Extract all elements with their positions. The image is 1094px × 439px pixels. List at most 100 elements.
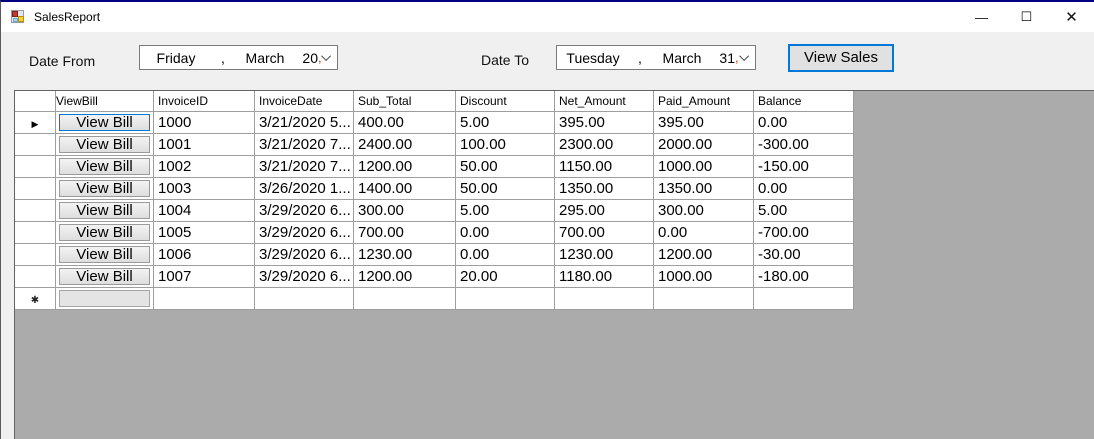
cell-net_amount[interactable]: 1150.00 xyxy=(555,156,654,178)
cell-net_amount[interactable]: 2300.00 xyxy=(555,134,654,156)
view-bill-button[interactable]: View Bill xyxy=(59,158,150,175)
row-header-cell[interactable] xyxy=(15,178,56,200)
cell-paid_amount[interactable]: 1350.00 xyxy=(654,178,754,200)
cell-sub_total[interactable]: 1200.00 xyxy=(354,156,456,178)
column-header-net_amount[interactable]: Net_Amount xyxy=(555,91,654,112)
cell-sub_total[interactable]: 1200.00 xyxy=(354,266,456,288)
view-bill-button[interactable]: View Bill xyxy=(59,246,150,263)
cell-paid_amount[interactable]: 300.00 xyxy=(654,200,754,222)
cell-net_amount[interactable]: 1350.00 xyxy=(555,178,654,200)
empty-cell[interactable] xyxy=(354,288,456,310)
column-header-viewbill[interactable]: ViewBill xyxy=(56,91,154,112)
row-header-cell[interactable] xyxy=(15,134,56,156)
cell-balance[interactable]: -700.00 xyxy=(754,222,854,244)
view-bill-button[interactable]: View Bill xyxy=(59,180,150,197)
cell-invoice_id[interactable]: 1002 xyxy=(154,156,255,178)
cell-balance[interactable]: 0.00 xyxy=(754,112,854,134)
date-from-picker[interactable]: Friday , March 20 , xyxy=(139,45,338,70)
view-bill-button[interactable]: View Bill xyxy=(59,114,150,131)
column-header-sub_total[interactable]: Sub_Total xyxy=(354,91,456,112)
cell-invoice_id[interactable]: 1004 xyxy=(154,200,255,222)
cell-sub_total[interactable]: 1230.00 xyxy=(354,244,456,266)
column-header-invoicedate[interactable]: InvoiceDate xyxy=(255,91,354,112)
cell-net_amount[interactable]: 1230.00 xyxy=(555,244,654,266)
cell-sub_total[interactable]: 700.00 xyxy=(354,222,456,244)
maximize-button[interactable]: ☐ xyxy=(1004,2,1049,32)
cell-paid_amount[interactable]: 1000.00 xyxy=(654,266,754,288)
empty-cell[interactable] xyxy=(754,288,854,310)
cell-discount[interactable]: 50.00 xyxy=(456,156,555,178)
view-bill-button[interactable]: View Bill xyxy=(59,202,150,219)
minimize-button[interactable]: — xyxy=(959,2,1004,32)
view-bill-button[interactable]: View Bill xyxy=(59,136,150,153)
cell-sub_total[interactable]: 300.00 xyxy=(354,200,456,222)
view-sales-button[interactable]: View Sales xyxy=(788,44,894,72)
cell-paid_amount[interactable]: 1000.00 xyxy=(654,156,754,178)
empty-cell[interactable] xyxy=(154,288,255,310)
column-header-balance[interactable]: Balance xyxy=(754,91,854,112)
cell-invoice_id[interactable]: 1001 xyxy=(154,134,255,156)
column-header-paid_amount[interactable]: Paid_Amount xyxy=(654,91,754,112)
cell-invoice_date[interactable]: 3/21/2020 7... xyxy=(255,134,354,156)
cell-invoice_date[interactable]: 3/21/2020 7... xyxy=(255,156,354,178)
column-header-discount[interactable]: Discount xyxy=(456,91,555,112)
salesreport-window: SalesReport — ☐ ✕ Date From Friday , Mar… xyxy=(0,0,1094,439)
cell-net_amount[interactable]: 295.00 xyxy=(555,200,654,222)
cell-invoice_id[interactable]: 1007 xyxy=(154,266,255,288)
cell-paid_amount[interactable]: 1200.00 xyxy=(654,244,754,266)
cell-discount[interactable]: 0.00 xyxy=(456,222,555,244)
cell-discount[interactable]: 5.00 xyxy=(456,112,555,134)
cell-discount[interactable]: 100.00 xyxy=(456,134,555,156)
cell-paid_amount[interactable]: 395.00 xyxy=(654,112,754,134)
cell-net_amount[interactable]: 700.00 xyxy=(555,222,654,244)
cell-net_amount[interactable]: 1180.00 xyxy=(555,266,654,288)
cell-balance[interactable]: 0.00 xyxy=(754,178,854,200)
cell-balance[interactable]: -30.00 xyxy=(754,244,854,266)
cell-balance[interactable]: 5.00 xyxy=(754,200,854,222)
view-bill-button[interactable]: View Bill xyxy=(59,268,150,285)
empty-cell[interactable] xyxy=(255,288,354,310)
cell-invoice_date[interactable]: 3/29/2020 6... xyxy=(255,266,354,288)
cell-invoice_date[interactable]: 3/29/2020 6... xyxy=(255,200,354,222)
cell-discount[interactable]: 0.00 xyxy=(456,244,555,266)
cell-invoice_date[interactable]: 3/29/2020 6... xyxy=(255,222,354,244)
cell-invoice_id[interactable]: 1003 xyxy=(154,178,255,200)
cell-invoice_date[interactable]: 3/29/2020 6... xyxy=(255,244,354,266)
cell-sub_total[interactable]: 2400.00 xyxy=(354,134,456,156)
date-to-picker[interactable]: Tuesday , March 31 , xyxy=(556,45,756,70)
cell-discount[interactable]: 50.00 xyxy=(456,178,555,200)
chevron-down-icon[interactable] xyxy=(739,51,750,62)
column-header-invoiceid[interactable]: InvoiceID xyxy=(154,91,255,112)
row-header-cell[interactable] xyxy=(15,222,56,244)
row-header-cell[interactable] xyxy=(15,266,56,288)
chevron-down-icon[interactable] xyxy=(321,51,332,62)
cell-invoice_date[interactable]: 3/26/2020 1... xyxy=(255,178,354,200)
cell-balance[interactable]: -180.00 xyxy=(754,266,854,288)
row-header-cell[interactable] xyxy=(15,244,56,266)
cell-invoice_id[interactable]: 1006 xyxy=(154,244,255,266)
close-button[interactable]: ✕ xyxy=(1049,2,1094,32)
cell-balance[interactable]: -300.00 xyxy=(754,134,854,156)
cell-paid_amount[interactable]: 2000.00 xyxy=(654,134,754,156)
cell-paid_amount[interactable]: 0.00 xyxy=(654,222,754,244)
row-header-cell[interactable] xyxy=(15,156,56,178)
cell-net_amount[interactable]: 395.00 xyxy=(555,112,654,134)
cell-balance[interactable]: -150.00 xyxy=(754,156,854,178)
view-bill-button-empty[interactable] xyxy=(59,290,150,307)
sales-data-grid[interactable]: ViewBill InvoiceID InvoiceDate Sub_Total Dis… xyxy=(14,90,1094,439)
cell-discount[interactable]: 5.00 xyxy=(456,200,555,222)
empty-cell[interactable] xyxy=(654,288,754,310)
cell-invoice_id[interactable]: 1000 xyxy=(154,112,255,134)
new-row-indicator-icon: ✱ xyxy=(30,295,40,306)
cell-invoice_id[interactable]: 1005 xyxy=(154,222,255,244)
row-header-cell[interactable] xyxy=(15,200,56,222)
cell-invoice_date[interactable]: 3/21/2020 5... xyxy=(255,112,354,134)
row-header-cell[interactable]: ▶ xyxy=(15,112,56,134)
empty-cell[interactable] xyxy=(555,288,654,310)
view-bill-button[interactable]: View Bill xyxy=(59,224,150,241)
cell-sub_total[interactable]: 1400.00 xyxy=(354,178,456,200)
new-row-header-cell[interactable]: ✱ xyxy=(15,288,56,310)
cell-sub_total[interactable]: 400.00 xyxy=(354,112,456,134)
cell-discount[interactable]: 20.00 xyxy=(456,266,555,288)
empty-cell[interactable] xyxy=(456,288,555,310)
